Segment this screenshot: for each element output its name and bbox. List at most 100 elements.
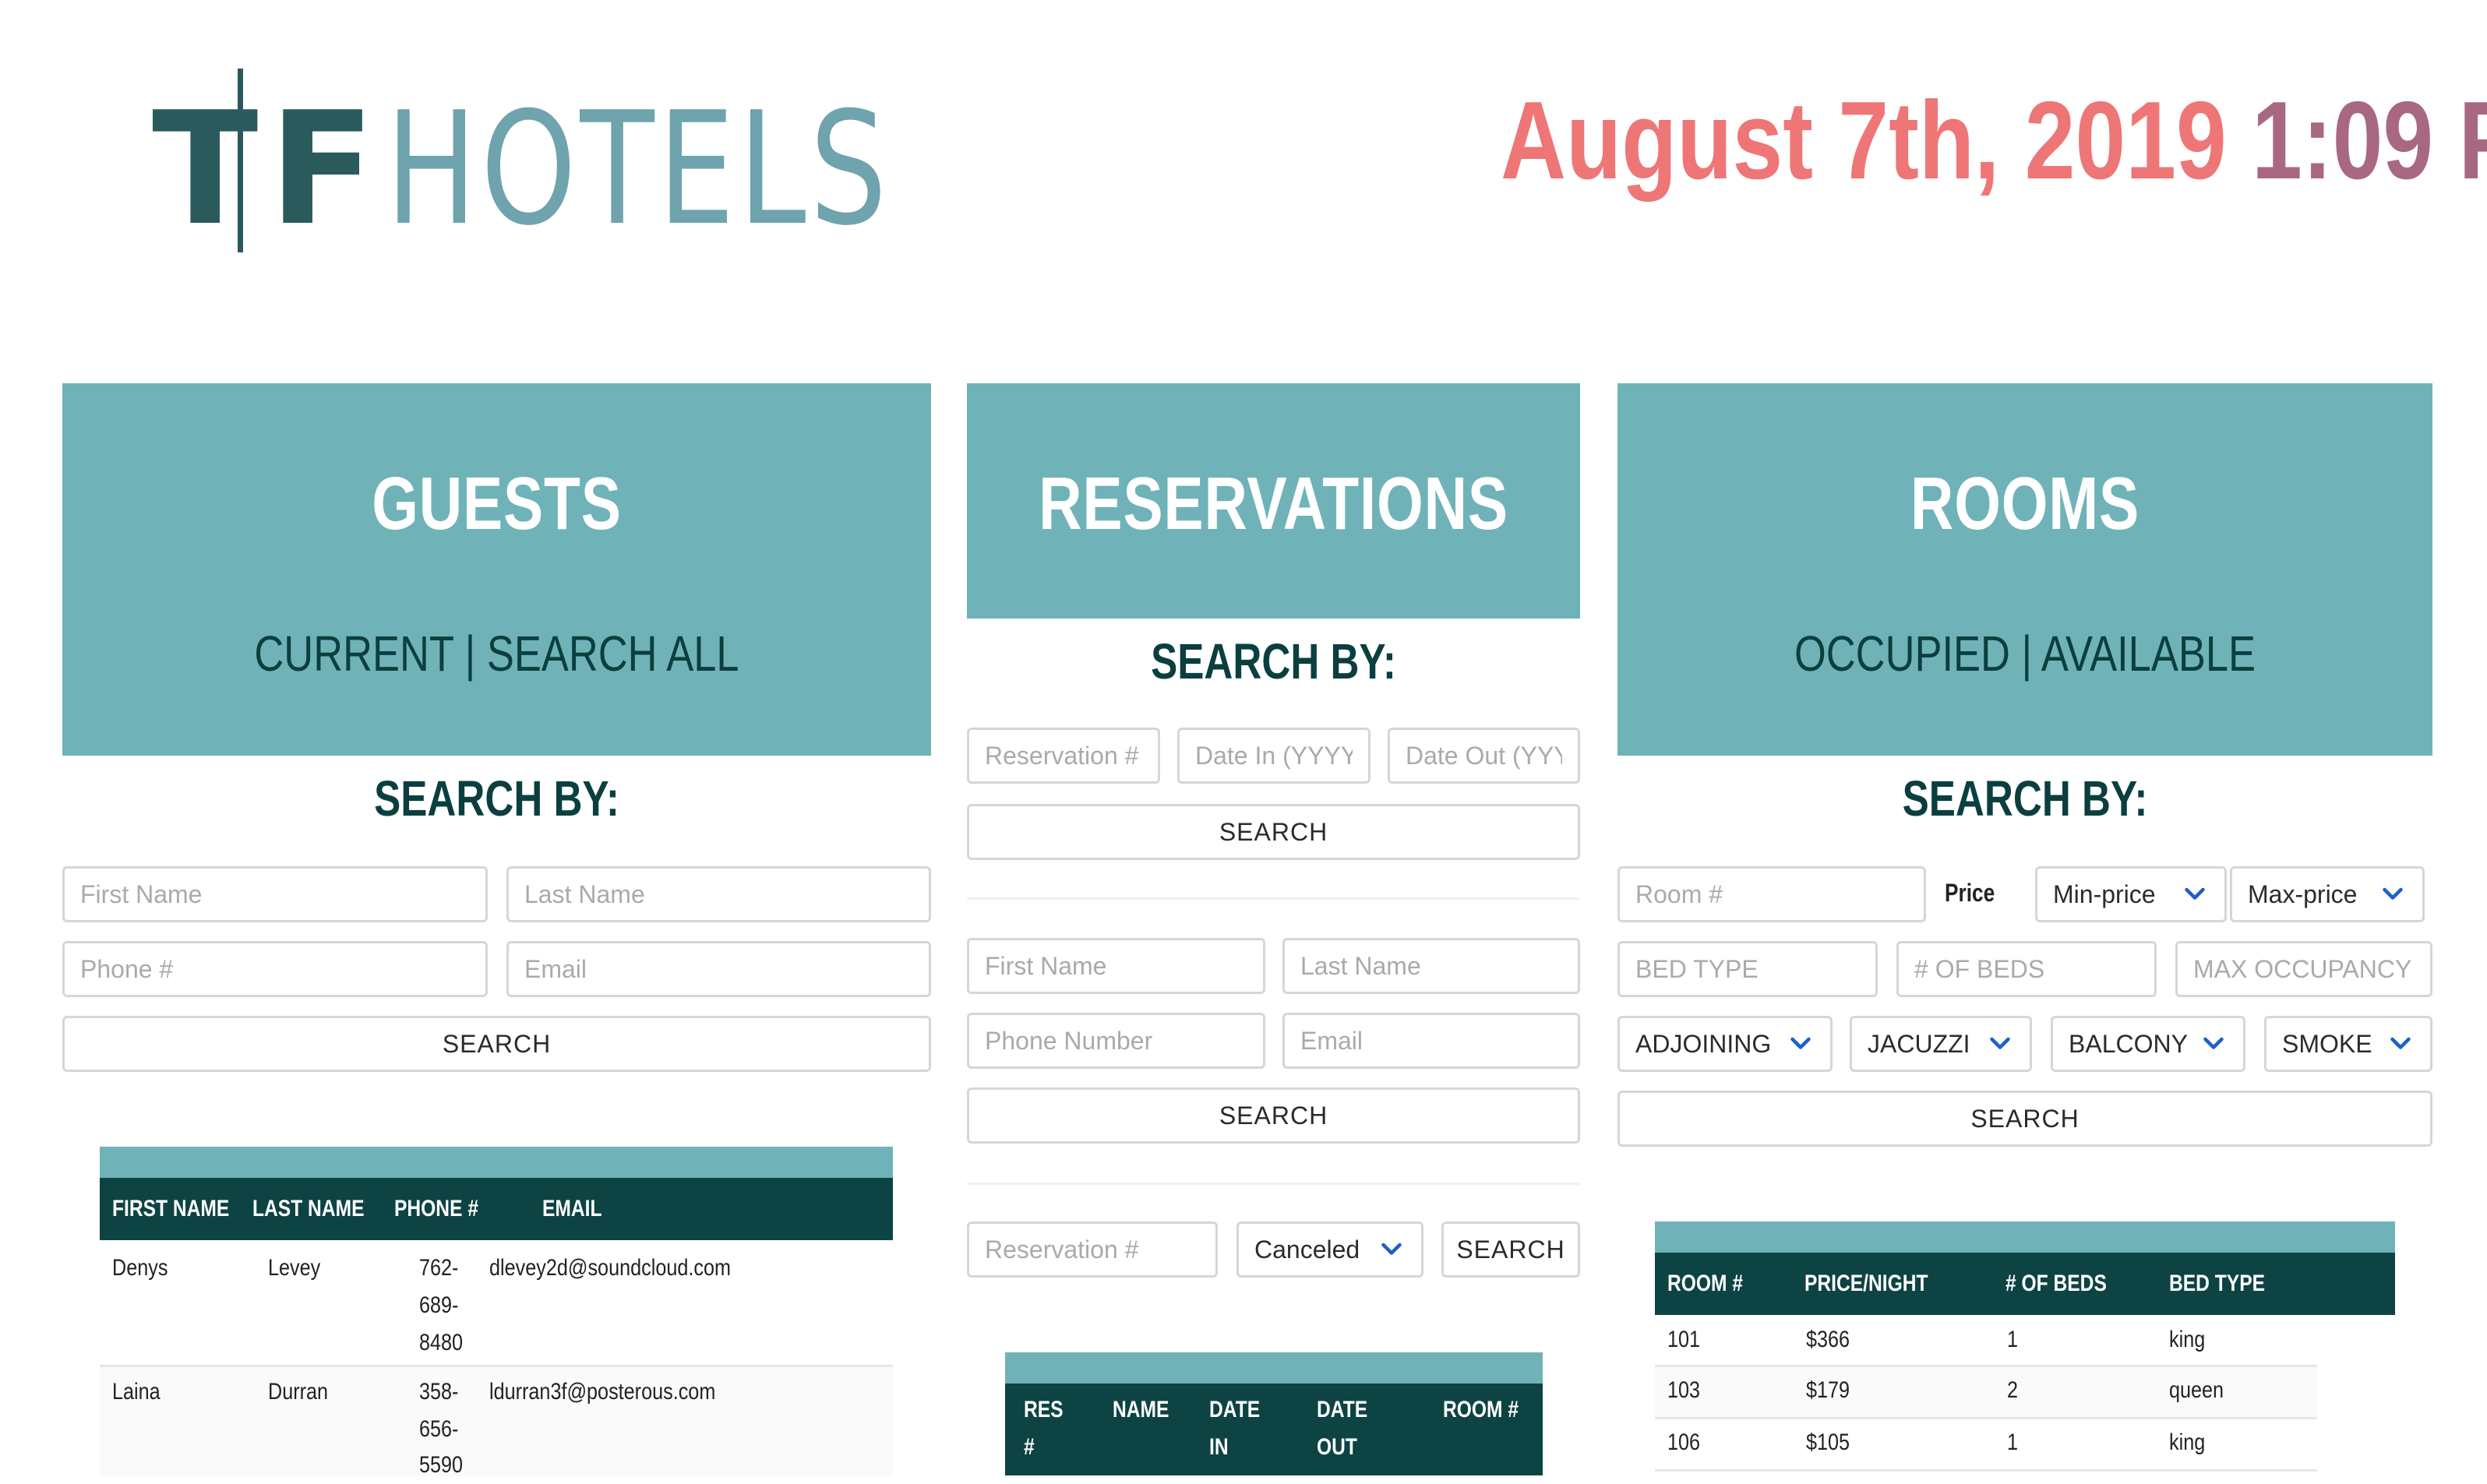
- guests-table-header: FIRST NAME LAST NAME PHONE # EMAIL: [100, 1178, 893, 1240]
- current-date: August 7th, 2019: [1501, 79, 2227, 203]
- res-first-name-input[interactable]: [967, 938, 1265, 994]
- rooms-title: ROOMS: [1910, 462, 2140, 545]
- col-phone[interactable]: PHONE #: [394, 1190, 478, 1228]
- room-number: 101: [1667, 1327, 1701, 1352]
- current-time: 1:09 PM: [2252, 79, 2487, 203]
- guests-current-link[interactable]: CURRENT: [254, 626, 453, 682]
- guest-email: ldurran3f@posterous.com: [489, 1379, 716, 1405]
- col-last-name[interactable]: LAST NAME: [252, 1190, 365, 1228]
- date-out-input[interactable]: [1388, 728, 1580, 784]
- col-number-of-beds[interactable]: # OF BEDS: [2005, 1265, 2107, 1302]
- guest-last: Levey: [268, 1255, 321, 1281]
- col-date-out[interactable]: DATE OUT: [1317, 1391, 1367, 1466]
- room-search-button[interactable]: SEARCH: [1617, 1091, 2432, 1147]
- reservation-search-button[interactable]: SEARCH: [967, 804, 1580, 860]
- smoke-label: SMOKE: [2282, 1029, 2372, 1058]
- guests-table: FIRST NAME LAST NAME PHONE # EMAIL Denys…: [100, 1147, 893, 1478]
- logo-letter-f: F: [269, 79, 376, 260]
- chevron-down-icon: [2390, 1037, 2411, 1049]
- guest-first: Laina: [112, 1379, 161, 1405]
- res-status-search-button[interactable]: SEARCH: [1441, 1221, 1580, 1278]
- reservations-table-header: RES # NAME DATE IN DATE OUT ROOM #: [1005, 1384, 1543, 1475]
- table-row[interactable]: 106 $105 1 king: [1655, 1419, 2317, 1469]
- guest-email-input[interactable]: [506, 941, 931, 997]
- chevron-down-icon: [2383, 887, 2403, 900]
- col-bed-type[interactable]: BED TYPE: [2169, 1265, 2265, 1302]
- section-divider: [967, 897, 1580, 900]
- col-date-in[interactable]: DATE IN: [1209, 1391, 1260, 1466]
- room-number-input[interactable]: [1617, 866, 1926, 922]
- reservation-number-input[interactable]: [967, 728, 1160, 784]
- rooms-available-link[interactable]: AVAILABLE: [2041, 626, 2256, 682]
- room-number: 103: [1667, 1377, 1701, 1403]
- chevron-down-icon: [1790, 1037, 1811, 1049]
- smoke-select[interactable]: SMOKE: [2264, 1016, 2432, 1072]
- room-beds: 1: [2007, 1429, 2019, 1455]
- adjoining-select[interactable]: ADJOINING: [1617, 1016, 1833, 1072]
- price-label: Price: [1945, 879, 1995, 907]
- guests-title: GUESTS: [372, 462, 622, 545]
- guest-last: Durran: [268, 1379, 329, 1405]
- rooms-subnav: OCCUPIED | AVAILABLE: [1691, 625, 2359, 682]
- date-in-input[interactable]: [1177, 728, 1370, 784]
- balcony-select[interactable]: BALCONY: [2051, 1016, 2245, 1072]
- max-price-select[interactable]: Max-price: [2230, 866, 2425, 922]
- guests-subnav-sep: |: [464, 626, 476, 682]
- col-price-night[interactable]: PRICE/NIGHT: [1804, 1265, 1928, 1302]
- jacuzzi-label: JACUZZI: [1868, 1029, 1970, 1058]
- chevron-down-icon: [1990, 1037, 2010, 1049]
- jacuzzi-select[interactable]: JACUZZI: [1850, 1016, 2032, 1072]
- guests-search-all-link[interactable]: SEARCH ALL: [487, 626, 739, 682]
- datetime: August 7th, 2019 1:09 PM: [1501, 86, 2487, 196]
- chevron-down-icon: [2185, 887, 2205, 900]
- rooms-table-accent: [1655, 1221, 2395, 1253]
- room-beds: 1: [2007, 1327, 2019, 1352]
- rooms-subnav-sep: |: [2021, 626, 2033, 682]
- col-room-number[interactable]: ROOM #: [1667, 1265, 1743, 1302]
- res-last-name-input[interactable]: [1282, 938, 1580, 994]
- res-status-number-input[interactable]: [967, 1221, 1218, 1278]
- reservation-status-select[interactable]: Canceled: [1236, 1221, 1423, 1278]
- table-row[interactable]: Denys Levey 762- 689- 8480 dlevey2d@soun…: [100, 1240, 893, 1365]
- bed-type-input[interactable]: [1617, 941, 1878, 997]
- number-of-beds-input[interactable]: [1896, 941, 2157, 997]
- rooms-table: ROOM # PRICE/NIGHT # OF BEDS BED TYPE 10…: [1655, 1221, 2395, 1475]
- res-name-search-button[interactable]: SEARCH: [967, 1087, 1580, 1144]
- reservation-status-value: Canceled: [1254, 1235, 1360, 1264]
- adjoining-label: ADJOINING: [1635, 1029, 1772, 1058]
- rooms-panel: ROOMS OCCUPIED | AVAILABLE: [1617, 383, 2432, 756]
- col-res-number[interactable]: RES #: [1024, 1391, 1064, 1466]
- reservations-table: RES # NAME DATE IN DATE OUT ROOM #: [1005, 1352, 1543, 1475]
- col-first-name[interactable]: FIRST NAME: [112, 1190, 229, 1228]
- guest-phone-part: 8480: [419, 1330, 464, 1355]
- res-email-input[interactable]: [1282, 1013, 1580, 1069]
- section-divider: [967, 1183, 1580, 1185]
- room-beds: 2: [2007, 1377, 2019, 1403]
- guest-phone-part: 5590: [419, 1452, 464, 1478]
- col-email[interactable]: EMAIL: [542, 1190, 602, 1228]
- res-phone-input[interactable]: [967, 1013, 1265, 1069]
- guest-search-button[interactable]: SEARCH: [62, 1016, 931, 1072]
- guest-first-name-input[interactable]: [62, 866, 488, 922]
- min-price-select[interactable]: Min-price: [2035, 866, 2227, 922]
- table-row[interactable]: 101 $366 1 king: [1655, 1315, 2317, 1365]
- reservations-panel: RESERVATIONS: [967, 383, 1580, 619]
- rooms-occupied-link[interactable]: OCCUPIED: [1794, 626, 2010, 682]
- table-row[interactable]: Laina Durran 358- 656- 5590 ldurran3f@po…: [100, 1367, 893, 1478]
- room-bed-type: king: [2169, 1429, 2206, 1455]
- rooms-search-by: SEARCH BY:: [1902, 770, 2148, 827]
- guest-last-name-input[interactable]: [506, 866, 931, 922]
- guest-phone-part: 762-: [419, 1255, 459, 1281]
- guest-phone-part: 689-: [419, 1292, 459, 1318]
- reservations-search-by: SEARCH BY:: [1151, 633, 1396, 689]
- table-row[interactable]: 103 $179 2 queen: [1655, 1367, 2317, 1417]
- min-price-value: Min-price: [2053, 879, 2156, 908]
- row-divider: [1655, 1469, 2317, 1472]
- col-name[interactable]: NAME: [1113, 1391, 1169, 1429]
- col-room-number[interactable]: ROOM #: [1443, 1391, 1519, 1429]
- guest-phone-part: 358-: [419, 1379, 459, 1405]
- chevron-down-icon: [2203, 1037, 2224, 1049]
- max-occupancy-input[interactable]: [2175, 941, 2432, 997]
- logo-divider: [238, 69, 243, 252]
- guest-phone-input[interactable]: [62, 941, 488, 997]
